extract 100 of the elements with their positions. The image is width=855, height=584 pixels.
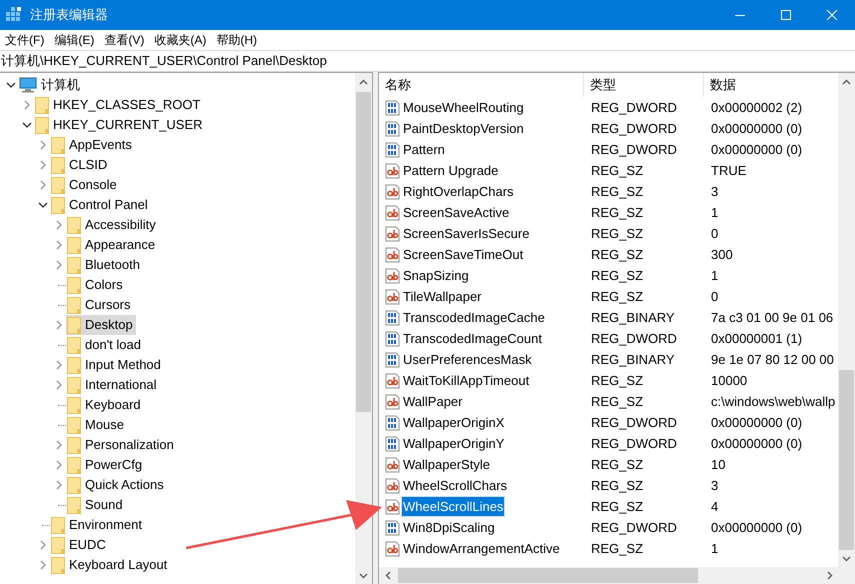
column-header[interactable]: 类型	[584, 73, 704, 97]
column-header[interactable]: 数据	[704, 73, 838, 97]
value-name[interactable]: WindowArrangementActive	[402, 538, 561, 558]
chevron-right-icon[interactable]	[54, 440, 64, 450]
tree-item[interactable]: Accessibility	[66, 215, 159, 235]
folder-icon	[67, 356, 81, 374]
menu-item[interactable]: 文件(F)	[0, 30, 50, 48]
chevron-down-icon[interactable]	[22, 120, 32, 130]
menu-item[interactable]: 编辑(E)	[49, 30, 100, 48]
chevron-down-icon[interactable]	[38, 200, 48, 210]
chevron-right-icon[interactable]	[38, 540, 48, 550]
value-type: REG_DWORD	[590, 140, 678, 159]
value-name[interactable]: RightOverlapChars	[402, 182, 515, 202]
scroll-right-icon[interactable]	[826, 571, 832, 580]
chevron-right-icon[interactable]	[38, 140, 48, 150]
value-name[interactable]: MouseWheelRouting	[402, 98, 525, 118]
value-type: REG_DWORD	[590, 518, 678, 537]
chevron-right-icon[interactable]	[38, 180, 48, 190]
tree-item[interactable]: Bluetooth	[66, 255, 143, 275]
chevron-down-icon[interactable]	[6, 80, 16, 90]
value-name[interactable]: ScreenSaveTimeOut	[402, 244, 524, 264]
chevron-right-icon[interactable]	[38, 160, 48, 170]
chevron-right-icon[interactable]	[54, 220, 64, 230]
value-name[interactable]: PaintDesktopVersion	[402, 118, 525, 138]
tree-item[interactable]: HKEY_CURRENT_USER	[34, 115, 206, 135]
value-name[interactable]: TileWallpaper	[402, 286, 483, 306]
scrollbar-thumb[interactable]	[356, 92, 371, 412]
scroll-down-icon[interactable]	[842, 556, 851, 562]
tree-item[interactable]: Environment	[50, 515, 145, 535]
minimize-icon[interactable]	[735, 14, 745, 16]
horizontal-scrollbar[interactable]	[379, 567, 855, 584]
menu-item[interactable]: 帮助(H)	[211, 30, 262, 48]
tree-item[interactable]: 计算机	[18, 75, 83, 95]
value-name[interactable]: WallPaper	[402, 392, 464, 412]
value-data: 0x00000000 (0)	[710, 414, 804, 432]
tree-item[interactable]: HKEY_CLASSES_ROOT	[34, 95, 204, 115]
value-name[interactable]: UserPreferencesMask	[402, 350, 533, 370]
chevron-right-icon[interactable]	[54, 260, 64, 270]
value-name[interactable]: Pattern	[402, 140, 446, 160]
tree-item[interactable]: Appearance	[66, 235, 158, 255]
chevron-right-icon[interactable]	[54, 460, 64, 470]
value-name[interactable]: SnapSizing	[402, 266, 470, 286]
close-icon[interactable]	[827, 10, 837, 20]
tree-item[interactable]: Quick Actions	[66, 475, 167, 495]
chevron-right-icon[interactable]	[38, 560, 48, 570]
tree-item[interactable]: International	[66, 375, 160, 395]
tree-item[interactable]: AppEvents	[50, 135, 135, 155]
value-type: REG_DWORD	[590, 120, 678, 138]
column-header[interactable]: 名称	[379, 73, 584, 97]
tree-item[interactable]: Keyboard Layout	[50, 555, 170, 575]
scroll-left-icon[interactable]	[384, 571, 390, 580]
value-name[interactable]: ScreenSaverIsSecure	[402, 224, 530, 244]
tree-item[interactable]: Console	[50, 175, 120, 195]
maximize-icon[interactable]	[781, 10, 791, 20]
folder-icon	[67, 456, 81, 474]
tree-item[interactable]: CLSID	[50, 155, 110, 175]
tree-item[interactable]: Input Method	[66, 355, 164, 375]
value-name[interactable]: WheelScrollLines	[402, 496, 504, 516]
scrollbar-thumb[interactable]	[398, 568, 698, 583]
tree-item[interactable]: Personalization	[66, 435, 177, 455]
scroll-down-icon[interactable]	[359, 572, 368, 578]
chevron-right-icon[interactable]	[54, 480, 64, 490]
value-name[interactable]: Win8DpiScaling	[402, 518, 496, 538]
tree-item[interactable]: Sound	[66, 495, 126, 515]
value-data: 3	[710, 476, 720, 495]
value-name[interactable]: TranscodedImageCache	[402, 308, 546, 328]
tree-item[interactable]: PowerCfg	[66, 455, 146, 475]
tree-item[interactable]: Desktop	[66, 315, 136, 335]
tree-item[interactable]: Colors	[66, 275, 126, 295]
value-type: REG_SZ	[590, 288, 644, 306]
vertical-scrollbar[interactable]	[838, 73, 855, 567]
chevron-right-icon[interactable]	[22, 100, 32, 110]
chevron-right-icon[interactable]	[54, 240, 64, 250]
chevron-right-icon[interactable]	[54, 380, 64, 390]
binary-value-icon	[385, 142, 400, 158]
value-name[interactable]: WheelScrollChars	[402, 476, 508, 496]
tree-item[interactable]: don't load	[66, 335, 144, 355]
tree-item[interactable]: Keyboard	[66, 395, 144, 415]
chevron-right-icon[interactable]	[54, 360, 64, 370]
tree-item[interactable]: EUDC	[50, 535, 109, 555]
scroll-up-icon[interactable]	[842, 78, 851, 84]
menu-item[interactable]: 收藏夹(A)	[149, 30, 212, 48]
value-name[interactable]: ScreenSaveActive	[402, 202, 510, 222]
value-data: 1	[710, 204, 720, 222]
value-name[interactable]: TranscodedImageCount	[402, 328, 543, 348]
tree-item[interactable]: Mouse	[66, 415, 128, 435]
vertical-scrollbar[interactable]	[355, 73, 372, 584]
scroll-up-icon[interactable]	[359, 78, 368, 84]
scrollbar-thumb[interactable]	[839, 370, 854, 550]
tree-item[interactable]: Cursors	[66, 295, 134, 315]
value-name[interactable]: Pattern Upgrade	[402, 160, 500, 180]
binary-value-icon	[385, 520, 400, 536]
tree-item[interactable]: Control Panel	[50, 195, 151, 215]
menu-item[interactable]: 查看(V)	[99, 30, 150, 48]
value-name[interactable]: WaitToKillAppTimeout	[402, 370, 530, 390]
chevron-right-icon[interactable]	[54, 320, 64, 330]
value-name[interactable]: WallpaperOriginX	[402, 412, 506, 432]
value-name[interactable]: WallpaperOriginY	[402, 434, 506, 454]
value-name[interactable]: WallpaperStyle	[402, 454, 491, 474]
address-bar[interactable]: 计算机\HKEY_CURRENT_USER\Control Panel\Desktop	[0, 50, 855, 72]
